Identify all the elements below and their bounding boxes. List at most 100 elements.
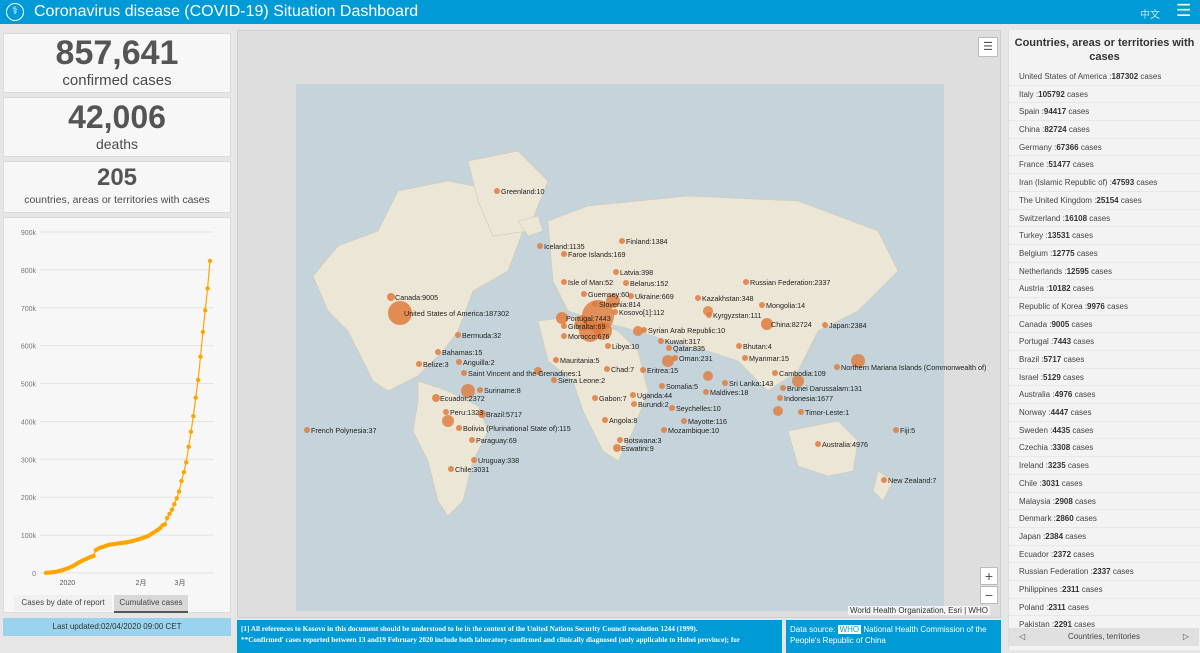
zoom-in-button[interactable]: + (980, 567, 998, 585)
country-list-item[interactable]: Netherlands :12595 cases (1009, 263, 1200, 281)
tab-cases-by-date[interactable]: Cases by date of report (14, 595, 112, 611)
country-list-item[interactable]: France :51477 cases (1009, 156, 1200, 175)
country-list-item[interactable]: Republic of Korea :9976 cases (1009, 298, 1200, 316)
case-bubble[interactable] (772, 370, 778, 376)
country-list-item[interactable]: Australia :4976 cases (1009, 386, 1200, 405)
case-bubble[interactable] (605, 343, 611, 349)
chart-point[interactable] (198, 354, 203, 359)
legend-toggle-icon[interactable]: ☰ (978, 37, 998, 57)
case-bubble[interactable] (759, 302, 765, 308)
case-bubble[interactable] (623, 280, 629, 286)
case-bubble[interactable] (640, 367, 646, 373)
case-bubble[interactable] (658, 338, 664, 344)
country-list-item[interactable]: Brazil :5717 cases (1009, 351, 1200, 369)
country-list-item[interactable]: Japan :2384 cases (1009, 528, 1200, 546)
case-bubble[interactable] (553, 357, 559, 363)
case-bubble[interactable] (613, 269, 619, 275)
country-list-item[interactable]: Chile :3031 cases (1009, 475, 1200, 493)
case-bubble[interactable] (722, 380, 728, 386)
case-bubble[interactable] (561, 251, 567, 257)
country-list-item[interactable]: Germany :67366 cases (1009, 139, 1200, 157)
case-bubble[interactable] (893, 427, 899, 433)
case-bubble[interactable] (443, 409, 449, 415)
case-bubble[interactable] (695, 295, 701, 301)
case-bubble[interactable] (581, 291, 587, 297)
case-bubble[interactable] (304, 427, 310, 433)
country-list-item[interactable]: China :82724 cases (1009, 121, 1200, 139)
case-bubble[interactable] (703, 389, 709, 395)
hamburger-icon[interactable]: ☰ (1176, 1, 1191, 21)
case-bubble[interactable] (416, 361, 422, 367)
country-list-item[interactable]: Spain :94417 cases (1009, 103, 1200, 122)
language-toggle[interactable]: 中文 (1140, 6, 1160, 21)
country-list-item[interactable]: The United Kingdom :25154 cases (1009, 192, 1200, 210)
tab-cumulative-cases[interactable]: Cumulative cases (114, 595, 188, 613)
case-bubble[interactable] (456, 425, 462, 431)
case-bubble[interactable] (881, 477, 887, 483)
country-list-item[interactable]: Malaysia :2908 cases (1009, 493, 1200, 511)
country-list-item[interactable]: Sweden :4435 cases (1009, 422, 1200, 440)
country-list-item[interactable]: Canada :9005 cases (1009, 316, 1200, 334)
case-bubble[interactable] (633, 326, 643, 336)
case-bubble[interactable] (435, 349, 441, 355)
case-bubble[interactable] (469, 437, 475, 443)
case-bubble[interactable] (703, 306, 713, 316)
chart-point[interactable] (193, 395, 198, 400)
case-bubble[interactable] (592, 395, 598, 401)
world-map[interactable]: Greenland:10Iceland:1135Finland:1384Faro… (238, 31, 1000, 617)
case-bubble[interactable] (455, 332, 461, 338)
chart-point[interactable] (165, 515, 170, 521)
case-bubble[interactable] (537, 243, 543, 249)
case-bubble[interactable] (659, 383, 665, 389)
case-bubble[interactable] (736, 343, 742, 349)
chart-point[interactable] (181, 469, 187, 475)
country-list-item[interactable]: Norway :4447 cases (1009, 404, 1200, 422)
chart-point[interactable] (91, 553, 96, 559)
chart-point[interactable] (184, 460, 189, 465)
nav-next-icon[interactable]: ▷ (1183, 628, 1189, 646)
case-bubble[interactable] (456, 359, 462, 365)
case-bubble[interactable] (630, 392, 636, 398)
country-list-item[interactable]: Russian Federation :2337 cases (1009, 563, 1200, 581)
case-bubble[interactable] (461, 370, 467, 376)
country-list-item[interactable]: Turkey :13531 cases (1009, 227, 1200, 245)
country-list-item[interactable]: Iran (Islamic Republic of) :47593 cases (1009, 174, 1200, 192)
country-list-item[interactable]: Italy :105792 cases (1009, 86, 1200, 104)
case-bubble[interactable] (631, 401, 637, 407)
case-bubble[interactable] (432, 394, 440, 402)
chart-point[interactable] (176, 489, 182, 494)
country-list-item[interactable]: Czechia :3308 cases (1009, 439, 1200, 458)
data-source-who[interactable]: WHO (837, 625, 862, 634)
case-bubble[interactable] (661, 427, 667, 433)
case-bubble[interactable] (477, 387, 483, 393)
chart-point[interactable] (205, 286, 210, 291)
case-bubble[interactable] (602, 417, 608, 423)
case-bubble[interactable] (681, 418, 687, 424)
country-list-item[interactable]: Belgium :12775 cases (1009, 245, 1200, 263)
chart-point[interactable] (174, 496, 179, 501)
case-bubble[interactable] (834, 364, 840, 370)
case-bubble[interactable] (798, 409, 804, 415)
case-bubble[interactable] (387, 293, 395, 301)
case-bubble[interactable] (773, 406, 783, 416)
country-list-item[interactable]: Poland :2311 cases (1009, 599, 1200, 617)
chart-point[interactable] (169, 507, 175, 512)
case-bubble[interactable] (703, 371, 713, 381)
chart-point[interactable] (172, 502, 177, 507)
case-bubble[interactable] (561, 333, 567, 339)
map-container[interactable]: Greenland:10 Iceland:1135 Finland:1384 Faro… (237, 30, 1001, 618)
chart-point[interactable] (207, 258, 213, 264)
chart-point[interactable] (191, 413, 196, 419)
case-bubble[interactable] (613, 444, 621, 452)
case-bubble[interactable] (448, 466, 454, 472)
country-list-item[interactable]: Ireland :3235 cases (1009, 457, 1200, 475)
chart-point[interactable] (188, 429, 194, 434)
country-list-item[interactable]: Switzerland :16108 cases (1009, 210, 1200, 228)
case-bubble[interactable] (742, 355, 748, 361)
chart-point[interactable] (186, 444, 191, 450)
country-list-item[interactable]: Philippines :2311 cases (1009, 581, 1200, 599)
zoom-out-button[interactable]: − (980, 586, 998, 604)
country-list-item[interactable]: Denmark :2860 cases (1009, 510, 1200, 528)
chart-point[interactable] (200, 329, 206, 335)
nav-prev-icon[interactable]: ◁ (1019, 628, 1025, 646)
